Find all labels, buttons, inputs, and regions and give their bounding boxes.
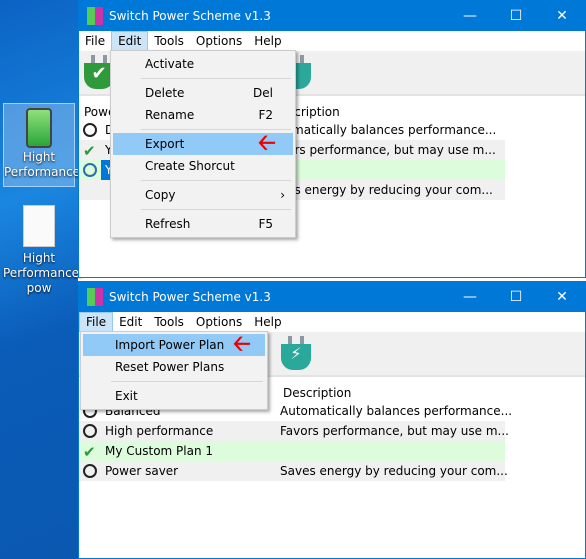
radio-icon xyxy=(83,163,97,177)
menu-file[interactable]: File xyxy=(79,31,111,51)
plan-name: My Custom Plan 1 xyxy=(105,444,214,458)
red-arrow-icon: 🡠 xyxy=(258,131,276,156)
battery-plug-shortcut-icon xyxy=(26,108,52,148)
app-icon xyxy=(87,288,103,306)
menu-item-activate[interactable]: Activate xyxy=(113,53,293,75)
title-bar: Switch Power Scheme v1.3 — ☐ ✕ xyxy=(79,282,585,312)
plan-description: Saves energy by reducing your com... xyxy=(280,464,508,478)
plan-name: Power saver xyxy=(105,464,179,478)
menu-item-delete[interactable]: Delete Del xyxy=(113,82,293,104)
red-arrow-icon: 🡠 xyxy=(233,332,251,357)
menu-item-create-shortcut[interactable]: Create Shorcut xyxy=(113,155,293,177)
menu-separator xyxy=(141,129,291,130)
plan-description: vors performance, but may use m... xyxy=(280,143,496,157)
window-title: Switch Power Scheme v1.3 xyxy=(109,9,271,23)
menu-edit[interactable]: Edit xyxy=(111,31,149,51)
title-bar: Switch Power Scheme v1.3 — ☐ ✕ xyxy=(79,1,585,31)
file-icon xyxy=(23,205,55,247)
menu-item-refresh[interactable]: Refresh F5 xyxy=(113,213,293,235)
menu-separator xyxy=(141,78,291,79)
menu-item-reset-power-plans[interactable]: Reset Power Plans xyxy=(83,356,265,378)
check-circle-icon: ✔ xyxy=(83,142,96,160)
menu-options[interactable]: Options xyxy=(190,312,248,332)
menu-item-rename[interactable]: Rename F2 xyxy=(113,104,293,126)
menu-options[interactable]: Options xyxy=(190,31,248,51)
radio-icon xyxy=(83,123,97,137)
menu-tools[interactable]: Tools xyxy=(148,31,190,51)
desktop-icon-file[interactable]: Hight Performance. pow xyxy=(3,205,83,300)
desktop-icon-label: Hight Performance. pow xyxy=(3,251,83,295)
plan-name: High performance xyxy=(105,424,214,438)
minimize-button[interactable]: — xyxy=(447,289,493,305)
menu-help[interactable]: Help xyxy=(248,312,287,332)
maximize-button[interactable]: ☐ xyxy=(493,289,539,305)
menu-separator xyxy=(111,381,263,382)
plan-description: Favors performance, but may use m... xyxy=(280,424,509,438)
menu-item-exit[interactable]: Exit xyxy=(83,385,265,407)
window-title: Switch Power Scheme v1.3 xyxy=(109,290,271,304)
menu-edit[interactable]: Edit xyxy=(113,312,148,332)
menu-file[interactable]: File xyxy=(79,312,114,332)
radio-icon xyxy=(83,464,97,478)
radio-icon xyxy=(83,424,97,438)
menu-tools[interactable]: Tools xyxy=(148,312,190,332)
plan-row[interactable]: Power saver Saves energy by reducing your… xyxy=(79,461,508,481)
menu-separator xyxy=(141,180,291,181)
menu-help[interactable]: Help xyxy=(248,31,287,51)
maximize-button[interactable]: ☐ xyxy=(493,8,539,24)
desktop-icon-label: Hight Performance xyxy=(4,150,81,179)
close-button[interactable]: ✕ xyxy=(539,289,585,305)
plan-description: ves energy by reducing your com... xyxy=(280,183,493,197)
submenu-chevron-icon: › xyxy=(280,188,285,202)
desktop-icon-shortcut[interactable]: Hight Performance xyxy=(3,103,80,187)
menu-separator xyxy=(141,209,291,210)
app-icon xyxy=(87,7,103,25)
menu-item-copy[interactable]: Copy › xyxy=(113,184,293,206)
plan-description: Automatically balances performance... xyxy=(280,404,513,418)
desktop: Hight Performance Hight Performance. pow xyxy=(0,0,83,559)
column-header-description[interactable]: Description xyxy=(283,383,351,403)
plan-description: tomatically balances performance... xyxy=(280,123,497,137)
plan-row-active[interactable]: ✔ My Custom Plan 1 xyxy=(79,441,505,461)
app-window-bottom: Switch Power Scheme v1.3 — ☐ ✕ File Edit… xyxy=(78,281,586,559)
close-button[interactable]: ✕ xyxy=(539,8,585,24)
plan-row[interactable]: High performance Favors performance, but … xyxy=(79,421,509,441)
check-circle-icon: ✔ xyxy=(83,443,96,461)
power-plug-icon[interactable]: ⚡ xyxy=(281,336,311,370)
minimize-button[interactable]: — xyxy=(447,8,493,24)
menu-bar: File Edit Tools Options Help xyxy=(79,31,585,51)
menu-bar: File Edit Tools Options Help xyxy=(79,312,585,332)
